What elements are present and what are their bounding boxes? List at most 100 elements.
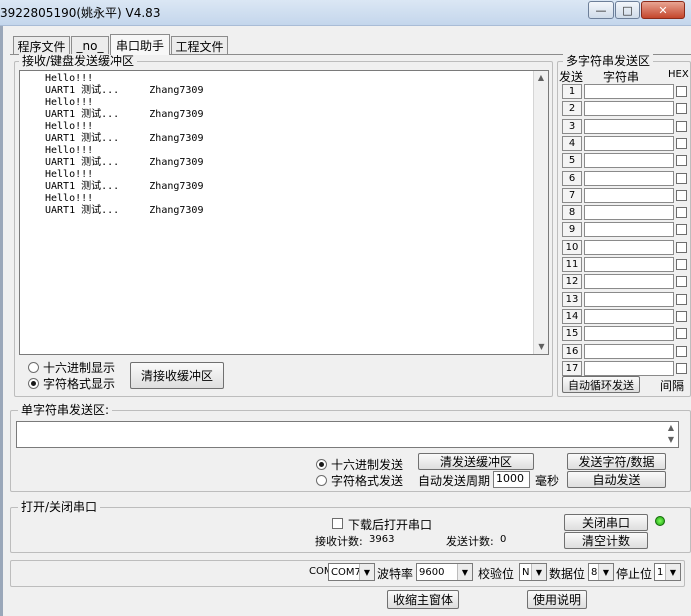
tab-serial-assistant[interactable]: 串口助手 — [110, 34, 170, 55]
multi-send-row-button[interactable]: 13 — [562, 292, 582, 307]
multi-send-row-input[interactable] — [584, 171, 674, 186]
multi-send-row-button[interactable]: 11 — [562, 257, 582, 272]
radio-dot[interactable] — [28, 378, 39, 389]
clear-count-button[interactable]: 清空计数 — [564, 532, 648, 549]
multi-send-row-hex-checkbox[interactable] — [676, 103, 687, 114]
multi-send-row-input[interactable] — [584, 361, 674, 376]
multi-send-row-button[interactable]: 9 — [562, 222, 582, 237]
multi-send-row-button[interactable]: 1 — [562, 84, 582, 99]
multi-send-row-hex-checkbox[interactable] — [676, 294, 687, 305]
tab-program-file[interactable]: 程序文件 — [13, 36, 70, 55]
databits-label: 数据位 — [549, 567, 586, 581]
multi-send-row-hex-checkbox[interactable] — [676, 173, 687, 184]
databits-select[interactable]: 8 ▼ — [588, 563, 614, 581]
chevron-down-icon[interactable]: ▼ — [531, 564, 546, 580]
minimize-button[interactable]: — — [588, 1, 614, 19]
multi-send-row-hex-checkbox[interactable] — [676, 276, 687, 287]
multi-send-row-input[interactable] — [584, 84, 674, 99]
receive-scrollbar[interactable]: ▲ ▼ — [533, 71, 548, 354]
auto-send-button[interactable]: 自动发送 — [567, 471, 666, 488]
scroll-up-icon[interactable]: ▲ — [534, 71, 548, 85]
multi-send-row-input[interactable] — [584, 222, 674, 237]
maximize-button[interactable]: □ — [615, 1, 640, 19]
hex-send-radio[interactable]: 十六进制发送 — [316, 456, 403, 473]
multi-send-row-button[interactable]: 4 — [562, 136, 582, 151]
multi-send-row-button[interactable]: 12 — [562, 274, 582, 289]
text-send-radio[interactable]: 字符格式发送 — [316, 472, 403, 489]
open-after-download-checkbox[interactable] — [332, 518, 343, 529]
multi-send-row-input[interactable] — [584, 326, 674, 341]
close-button[interactable]: ✕ — [641, 1, 685, 19]
hex-display-radio[interactable]: 十六进制显示 — [28, 359, 115, 376]
close-port-button[interactable]: 关闭串口 — [564, 514, 648, 531]
chevron-down-icon[interactable]: ▼ — [665, 564, 680, 580]
multi-send-row-hex-checkbox[interactable] — [676, 242, 687, 253]
multi-send-row-input[interactable] — [584, 274, 674, 289]
multi-send-row-button[interactable]: 5 — [562, 153, 582, 168]
scroll-down-icon[interactable]: ▼ — [664, 434, 678, 446]
multi-send-row-hex-checkbox[interactable] — [676, 86, 687, 97]
multi-send-row-hex-checkbox[interactable] — [676, 121, 687, 132]
multi-send-row-input[interactable] — [584, 344, 674, 359]
auto-loop-send-button[interactable]: 自动循环发送 — [562, 376, 640, 393]
send-data-button[interactable]: 发送字符/数据 — [567, 453, 666, 470]
com-select[interactable]: COM7 ▼ — [328, 563, 375, 581]
receive-line: Hello!!! — [45, 145, 94, 156]
multi-send-row-input[interactable] — [584, 309, 674, 324]
multi-send-row-input[interactable] — [584, 136, 674, 151]
multi-send-row-input[interactable] — [584, 240, 674, 255]
receive-line: Hello!!! — [45, 73, 94, 84]
recv-count-label: 接收计数: — [315, 535, 363, 548]
baud-select[interactable]: 9600 ▼ — [416, 563, 473, 581]
multi-send-row-button[interactable]: 2 — [562, 101, 582, 116]
multi-send-row-hex-checkbox[interactable] — [676, 224, 687, 235]
chevron-down-icon[interactable]: ▼ — [457, 564, 472, 580]
multi-send-row-input[interactable] — [584, 119, 674, 134]
scroll-down-icon[interactable]: ▼ — [534, 340, 549, 354]
help-button[interactable]: 使用说明 — [527, 590, 587, 609]
multi-send-row-button[interactable]: 7 — [562, 188, 582, 203]
multi-send-row-button[interactable]: 15 — [562, 326, 582, 341]
parity-select[interactable]: N ▼ — [519, 563, 547, 581]
single-send-input[interactable] — [16, 421, 679, 448]
multi-send-row-input[interactable] — [584, 292, 674, 307]
multi-send-row-hex-checkbox[interactable] — [676, 328, 687, 339]
receive-buffer[interactable]: Hello!!! UART1 测试... Zhang7309 Hello!!! UAR… — [19, 70, 549, 355]
multi-send-row-button[interactable]: 8 — [562, 205, 582, 220]
radio-dot[interactable] — [28, 362, 39, 373]
multi-send-row-button[interactable]: 17 — [562, 361, 582, 376]
clear-send-button[interactable]: 清发送缓冲区 — [418, 453, 534, 470]
multi-send-row-hex-checkbox[interactable] — [676, 190, 687, 201]
shrink-window-button[interactable]: 收缩主窗体 — [387, 590, 459, 609]
stopbits-select[interactable]: 1 ▼ — [654, 563, 681, 581]
multi-send-row-input[interactable] — [584, 101, 674, 116]
text-display-radio[interactable]: 字符格式显示 — [28, 375, 115, 392]
multi-send-row-hex-checkbox[interactable] — [676, 346, 687, 357]
multi-send-row-hex-checkbox[interactable] — [676, 363, 687, 374]
radio-dot[interactable] — [316, 475, 327, 486]
multi-send-row-hex-checkbox[interactable] — [676, 207, 687, 218]
baud-label: 波特率 — [377, 567, 414, 581]
multi-send-row-hex-checkbox[interactable] — [676, 138, 687, 149]
multi-send-row-button[interactable]: 16 — [562, 344, 582, 359]
multi-send-row-input[interactable] — [584, 257, 674, 272]
multi-send-row-input[interactable] — [584, 188, 674, 203]
radio-dot[interactable] — [316, 459, 327, 470]
multi-send-row-button[interactable]: 6 — [562, 171, 582, 186]
multi-send-row-hex-checkbox[interactable] — [676, 155, 687, 166]
tab-no[interactable]: _no_ — [71, 36, 109, 55]
chevron-down-icon[interactable]: ▼ — [598, 564, 613, 580]
scroll-up-icon[interactable]: ▲ — [664, 422, 678, 434]
multi-send-row-button[interactable]: 3 — [562, 119, 582, 134]
multi-send-row-button[interactable]: 10 — [562, 240, 582, 255]
multi-send-row-hex-checkbox[interactable] — [676, 259, 687, 270]
multi-send-row-button[interactable]: 14 — [562, 309, 582, 324]
tab-project-file[interactable]: 工程文件 — [171, 36, 228, 55]
auto-period-input[interactable]: 1000 — [493, 471, 530, 488]
multi-send-row-hex-checkbox[interactable] — [676, 311, 687, 322]
multi-send-row-input[interactable] — [584, 153, 674, 168]
single-send-scrollbar[interactable]: ▲ ▼ — [664, 422, 678, 447]
clear-receive-button[interactable]: 清接收缓冲区 — [130, 362, 224, 389]
multi-send-row-input[interactable] — [584, 205, 674, 220]
chevron-down-icon[interactable]: ▼ — [359, 564, 374, 580]
